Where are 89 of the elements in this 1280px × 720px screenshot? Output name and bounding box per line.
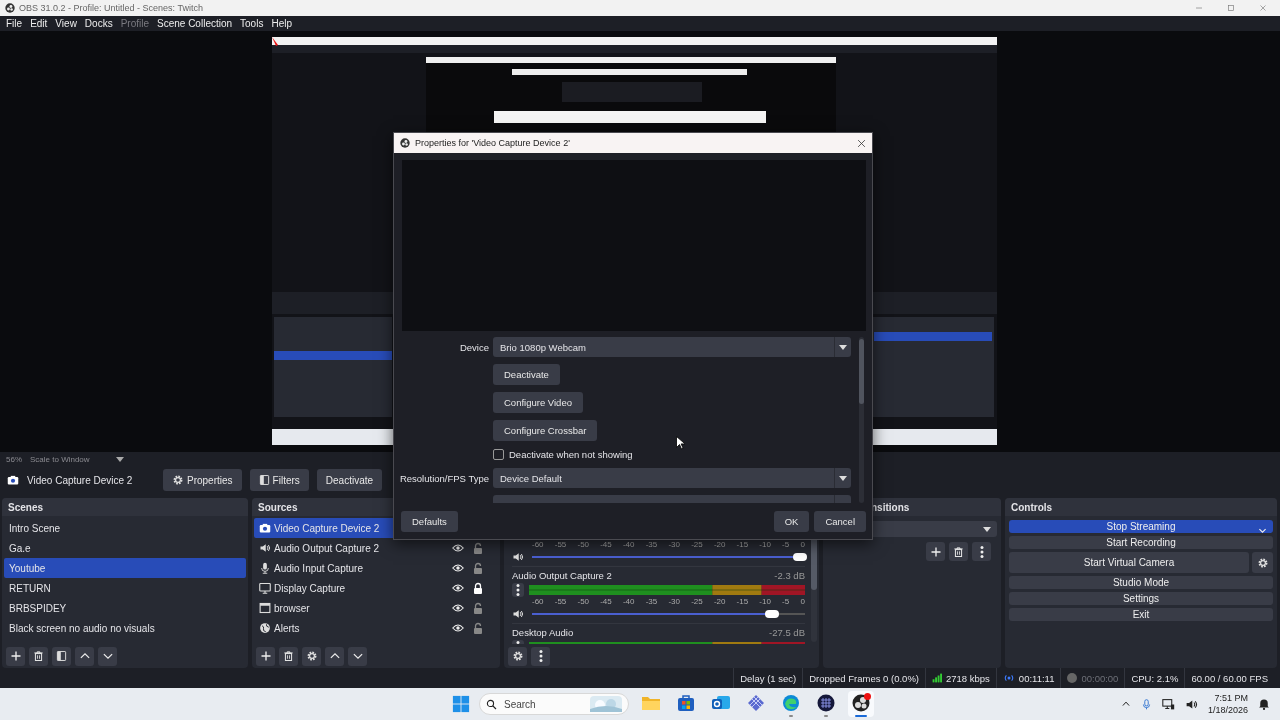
bitrate-status: 2718 kbps [946, 672, 990, 684]
meter-tick: 0 [800, 540, 805, 550]
scene-item[interactable]: Ga.e [4, 538, 246, 558]
dialog-button[interactable]: Deactivate [493, 364, 560, 385]
meter-tick: -45 [600, 597, 612, 607]
meter-tick: -15 [736, 540, 749, 550]
checkbox[interactable]: Deactivate when not showing [493, 448, 633, 461]
channel-name: Audio Output Capture 2 [512, 569, 612, 581]
control-button[interactable]: Settings [1009, 592, 1273, 605]
zoom-level: 56% [6, 454, 22, 464]
meter-tick: -20 [713, 597, 726, 607]
meter-tick: -25 [691, 540, 703, 550]
channel-name: Desktop Audio [512, 626, 574, 638]
clock-time: 7:51 PM [1214, 692, 1248, 704]
source-label: browser [274, 602, 311, 614]
meter-tick: -15 [736, 597, 749, 607]
meter-tick: -5 [782, 540, 790, 550]
meter-tick: -25 [691, 597, 703, 607]
scene-item[interactable]: RETURN [4, 578, 246, 598]
dock-title: nsitions [871, 501, 910, 513]
scene-item[interactable]: Intro Scene [4, 518, 246, 538]
control-button[interactable]: Stop Streaming [1009, 520, 1273, 533]
control-button[interactable]: Start Virtual Camera [1009, 552, 1249, 573]
scene-item[interactable]: Youtube [4, 558, 246, 578]
channel-reading: -2.3 dB [774, 569, 805, 581]
menu-item[interactable]: Scene Collection [153, 18, 237, 29]
field-label: Resolution/FPS Type [398, 472, 489, 484]
menu-item[interactable]: Edit [26, 18, 52, 29]
toolbar-button[interactable]: Filters [249, 469, 309, 491]
source-item[interactable]: Alerts [254, 618, 498, 638]
menu-item[interactable]: File [2, 18, 27, 29]
meter-tick: -60 [532, 597, 544, 607]
meter-tick: -35 [645, 597, 658, 607]
source-name: Video Capture Device 2 [27, 474, 134, 486]
dialog-button[interactable]: OK [773, 510, 810, 532]
source-item[interactable]: browser [254, 598, 498, 618]
source-label: Alerts [274, 622, 301, 634]
dialog-button[interactable]: Configure Video [493, 392, 583, 413]
control-button[interactable]: Start Recording [1009, 536, 1273, 549]
meter-tick: -20 [713, 540, 726, 550]
menu-item[interactable]: View [51, 18, 81, 29]
menu-item[interactable]: Tools [236, 18, 268, 29]
window-title: OBS 31.0.2 - Profile: Untitled - Scenes: Twitch [19, 3, 203, 13]
dialog-button[interactable]: Configure Crossbar [493, 420, 598, 441]
meter-tick: -30 [668, 540, 680, 550]
control-button[interactable]: Studio Mode [1009, 576, 1273, 589]
meter-tick: -40 [622, 597, 635, 607]
search-field[interactable]: Search [479, 693, 629, 715]
meter-tick: -10 [759, 540, 771, 550]
meter-tick: -5 [782, 597, 790, 607]
stream-time: 00:11:11 [1018, 672, 1055, 684]
scene-item[interactable]: Black screen no audio no visuals [4, 618, 246, 638]
dock-title: Controls [1011, 501, 1053, 513]
field-label: Device [458, 341, 489, 353]
source-label: Video Capture Device 2 [274, 522, 381, 534]
meter-tick: -35 [645, 540, 658, 550]
source-label: Audio Output Capture 2 [274, 542, 381, 554]
source-item[interactable]: Audio Input Capture [254, 558, 498, 578]
clock-date: 1/18/2026 [1207, 704, 1248, 716]
meter-tick: -50 [577, 597, 590, 607]
source-item[interactable]: Display Capture [254, 578, 498, 598]
dialog-title: Properties for 'Video Capture Device 2' [415, 138, 570, 148]
source-label: Display Capture [274, 582, 347, 594]
scene-item[interactable]: BRBSPIDEY [4, 598, 246, 618]
control-button[interactable]: Exit [1009, 608, 1273, 621]
dropdown[interactable]: Device Default [493, 468, 851, 488]
dialog-button[interactable]: Cancel [814, 510, 866, 532]
meter-tick: -40 [622, 540, 635, 550]
source-item[interactable]: Audio Output Capture 2 [254, 538, 498, 558]
meter-tick: -45 [600, 540, 612, 550]
source-label: Audio Input Capture [274, 562, 364, 574]
meter-tick: -60 [532, 540, 544, 550]
record-time: 00:00:00 [1081, 672, 1119, 684]
dock-title: Scenes [8, 501, 44, 513]
meter-tick: -55 [554, 597, 567, 607]
meter-tick: -50 [577, 540, 590, 550]
menu-item[interactable]: Docks [80, 18, 117, 29]
meter-tick: -30 [668, 597, 680, 607]
scale-dropdown[interactable]: Scale to Window [30, 454, 124, 464]
dropdown[interactable]: Brio 1080p Webcam [493, 337, 851, 357]
channel-reading: -27.5 dB [769, 626, 805, 638]
menu-item[interactable]: Help [267, 18, 296, 29]
dock-title: Sources [258, 501, 298, 513]
meter-tick: -55 [554, 540, 567, 550]
meter-tick: -10 [759, 597, 771, 607]
dialog-button[interactable]: Defaults [401, 510, 458, 532]
meter-tick: 0 [800, 597, 805, 607]
toolbar-button[interactable]: Properties [163, 469, 242, 491]
toolbar-button[interactable]: Deactivate [316, 469, 383, 491]
